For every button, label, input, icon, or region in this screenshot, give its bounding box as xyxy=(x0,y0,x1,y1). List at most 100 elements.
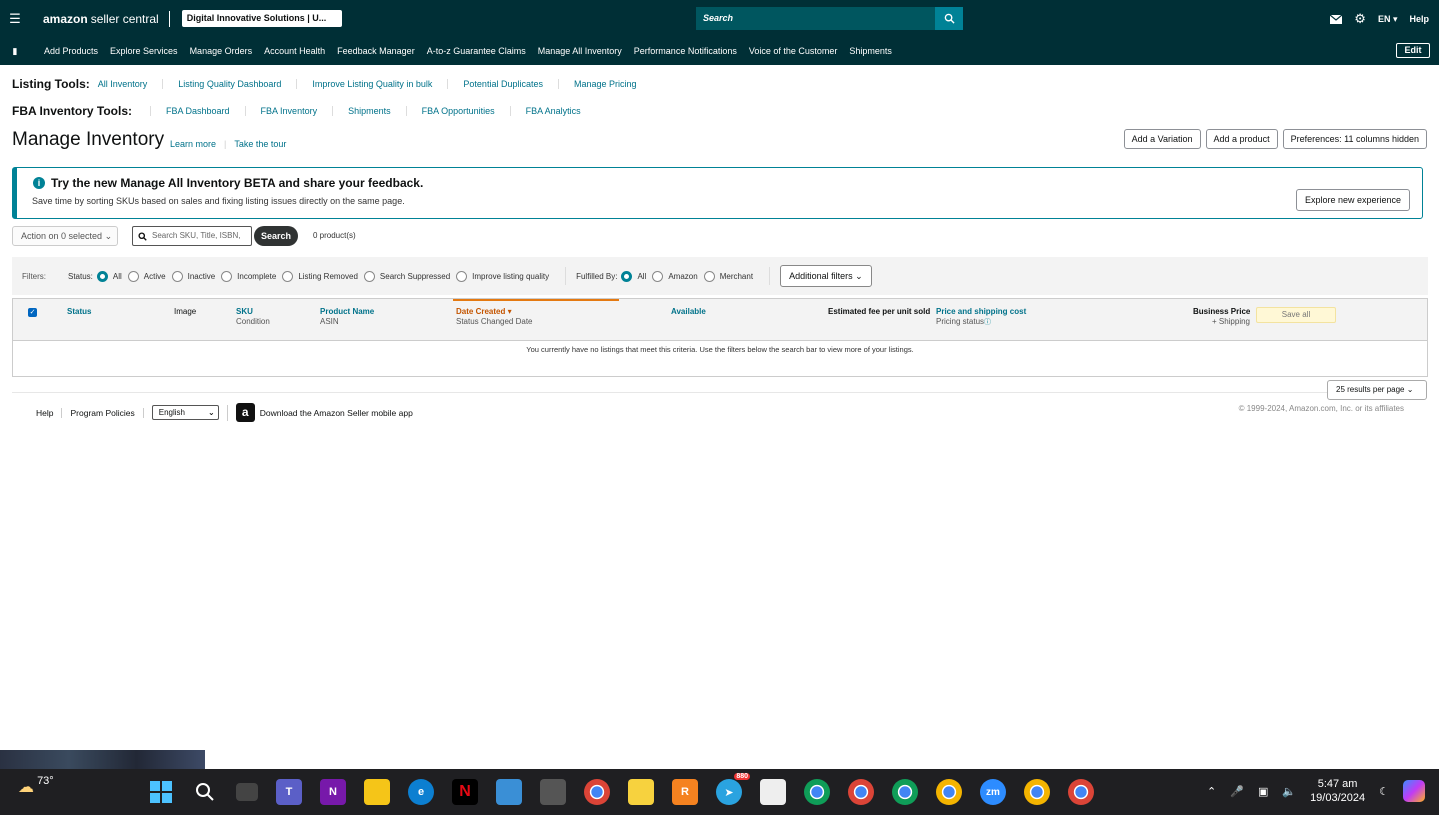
download-app-link[interactable]: Download the Amazon Seller mobile app xyxy=(260,408,413,418)
fulfilled-radio-amazon[interactable]: Amazon xyxy=(652,270,698,282)
option-label: Merchant xyxy=(719,271,754,281)
status-radio-inactive[interactable]: Inactive xyxy=(171,270,215,282)
nav-item-a-to-z-claims[interactable]: A-to-z Guarantee Claims xyxy=(427,46,526,56)
select-all-checkbox[interactable]: ✓ xyxy=(28,308,37,317)
mail-icon[interactable] xyxy=(1330,14,1343,24)
snipping-tool-icon[interactable] xyxy=(760,779,786,805)
nav-item-manage-orders[interactable]: Manage Orders xyxy=(190,46,253,56)
language-select[interactable]: EN ▾ xyxy=(1378,14,1398,25)
footer-help-link[interactable]: Help xyxy=(36,407,63,418)
clock[interactable]: 5:47 am 19/03/2024 xyxy=(1310,777,1365,805)
link-fba-opportunities[interactable]: FBA Opportunities xyxy=(405,106,510,116)
chrome-profile-6-icon[interactable] xyxy=(1068,779,1094,805)
nav-item-feedback-manager[interactable]: Feedback Manager xyxy=(337,46,415,56)
sticky-notes-icon[interactable] xyxy=(628,779,654,805)
add-variation-button[interactable]: Add a Variation xyxy=(1123,129,1201,149)
focus-assist-icon[interactable]: ☾ xyxy=(1379,785,1389,798)
telegram-icon[interactable]: ➤ 880 xyxy=(716,773,750,805)
col-status[interactable]: Status xyxy=(67,307,91,317)
chevron-up-icon[interactable]: ⌃ xyxy=(1207,785,1216,798)
col-sku[interactable]: SKU Condition xyxy=(236,307,270,327)
windows-start-icon[interactable] xyxy=(148,779,174,805)
take-tour-link[interactable]: Take the tour xyxy=(234,139,286,149)
taskbar-search-icon[interactable] xyxy=(192,779,218,805)
gear-icon[interactable]: ⚙ xyxy=(1354,11,1366,27)
link-improve-quality[interactable]: Improve Listing Quality in bulk xyxy=(296,79,447,89)
taskbar-apps: T N e N R ➤ 880 zm xyxy=(148,773,1094,805)
col-date-created[interactable]: Date Created ▾ Status Changed Date xyxy=(456,307,533,327)
col-product-name[interactable]: Product Name ASIN xyxy=(320,307,374,327)
save-all-button[interactable]: Save all xyxy=(1256,307,1336,323)
nav-item-manage-all-inventory[interactable]: Manage All Inventory xyxy=(538,46,622,56)
nav-item-explore-services[interactable]: Explore Services xyxy=(110,46,178,56)
zoom-icon[interactable]: zm xyxy=(980,779,1006,805)
chrome-profile-2-icon[interactable] xyxy=(848,779,874,805)
nav-item-add-products[interactable]: Add Products xyxy=(44,46,98,56)
chrome-profile-4-icon[interactable] xyxy=(936,779,962,805)
nav-item-account-health[interactable]: Account Health xyxy=(264,46,325,56)
copilot-icon[interactable] xyxy=(1403,780,1425,802)
onenote-icon[interactable]: N xyxy=(320,779,346,805)
volume-icon[interactable]: 🔈 xyxy=(1282,785,1296,798)
file-explorer-icon[interactable] xyxy=(364,779,390,805)
account-switcher[interactable]: Digital Innovative Solutions | U... xyxy=(181,10,342,27)
link-potential-duplicates[interactable]: Potential Duplicates xyxy=(447,79,558,89)
status-radio-search-suppressed[interactable]: Search Suppressed xyxy=(363,270,450,282)
add-product-button[interactable]: Add a product xyxy=(1205,129,1278,149)
status-radio-active[interactable]: Active xyxy=(127,270,166,282)
notepad-icon[interactable] xyxy=(496,779,522,805)
learn-more-link[interactable]: Learn more xyxy=(170,139,216,149)
link-fba-shipments[interactable]: Shipments xyxy=(332,106,406,116)
preferences-button[interactable]: Preferences: 11 columns hidden xyxy=(1282,129,1427,149)
col-price-sub: Pricing status xyxy=(936,317,985,326)
bulk-action-select[interactable]: Action on 0 selected ⌄ xyxy=(12,226,118,246)
status-radio-listing-removed[interactable]: Listing Removed xyxy=(282,270,358,282)
link-listing-quality[interactable]: Listing Quality Dashboard xyxy=(162,79,296,89)
network-icon[interactable]: ▣ xyxy=(1258,785,1268,798)
nav-item-voice-of-customer[interactable]: Voice of the Customer xyxy=(749,46,838,56)
chrome-icon[interactable] xyxy=(584,779,610,805)
menu-icon[interactable]: ☰ xyxy=(0,11,30,27)
edit-nav-button[interactable]: Edit xyxy=(1396,43,1430,58)
fulfilled-radio-all[interactable]: All xyxy=(621,270,646,282)
additional-filters-button[interactable]: Additional filters ⌄ xyxy=(780,265,872,287)
calculator-icon[interactable] xyxy=(540,779,566,805)
footer-policies-link[interactable]: Program Policies xyxy=(70,407,144,418)
info-icon[interactable]: ⓘ xyxy=(984,319,991,326)
bookmark-icon[interactable]: ▮ xyxy=(0,46,30,57)
fulfilled-radio-merchant[interactable]: Merchant xyxy=(703,270,754,282)
nav-item-shipments[interactable]: Shipments xyxy=(849,46,892,56)
link-fba-analytics[interactable]: FBA Analytics xyxy=(509,106,596,116)
weather-widget[interactable]: ☁ 73° xyxy=(18,775,54,797)
help-link[interactable]: Help xyxy=(1409,14,1429,24)
status-radio-incomplete[interactable]: Incomplete xyxy=(221,270,276,282)
amazon-app-icon[interactable]: a xyxy=(235,403,255,422)
link-fba-inventory[interactable]: FBA Inventory xyxy=(244,106,333,116)
status-radio-all[interactable]: All xyxy=(96,270,122,282)
microphone-icon[interactable]: 🎤 xyxy=(1230,785,1244,798)
netflix-icon[interactable]: N xyxy=(452,779,478,805)
link-fba-dashboard[interactable]: FBA Dashboard xyxy=(150,106,245,116)
search-button[interactable] xyxy=(935,7,963,30)
chrome-profile-3-icon[interactable] xyxy=(892,779,918,805)
seller-central-logo[interactable]: amazon seller central xyxy=(43,12,159,26)
inventory-search-input[interactable]: Search SKU, Title, ISBN, xyxy=(132,226,252,246)
teams-icon[interactable]: T xyxy=(276,779,302,805)
window-preview-thumbnail[interactable] xyxy=(0,750,205,769)
nav-item-performance-notifications[interactable]: Performance Notifications xyxy=(634,46,737,56)
footer-language-select[interactable]: English ⌄ xyxy=(151,405,219,420)
link-all-inventory[interactable]: All Inventory xyxy=(98,79,163,89)
results-per-page-select[interactable]: 25 results per page ⌄ xyxy=(1327,380,1427,400)
ringcentral-icon[interactable]: R xyxy=(672,779,698,805)
col-available[interactable]: Available xyxy=(671,307,706,317)
chrome-profile-1-icon[interactable] xyxy=(804,779,830,805)
global-search-input[interactable]: Search xyxy=(696,7,936,30)
status-radio-improve-quality[interactable]: Improve listing quality xyxy=(456,270,549,282)
edge-icon[interactable]: e xyxy=(408,779,434,805)
explore-new-experience-button[interactable]: Explore new experience xyxy=(1295,189,1410,211)
task-view-icon[interactable] xyxy=(236,783,258,801)
inventory-search-button[interactable]: Search xyxy=(254,226,298,246)
chrome-profile-5-icon[interactable] xyxy=(1024,779,1050,805)
link-manage-pricing[interactable]: Manage Pricing xyxy=(557,79,652,89)
col-price[interactable]: Price and shipping cost Pricing statusⓘ xyxy=(936,307,1026,328)
